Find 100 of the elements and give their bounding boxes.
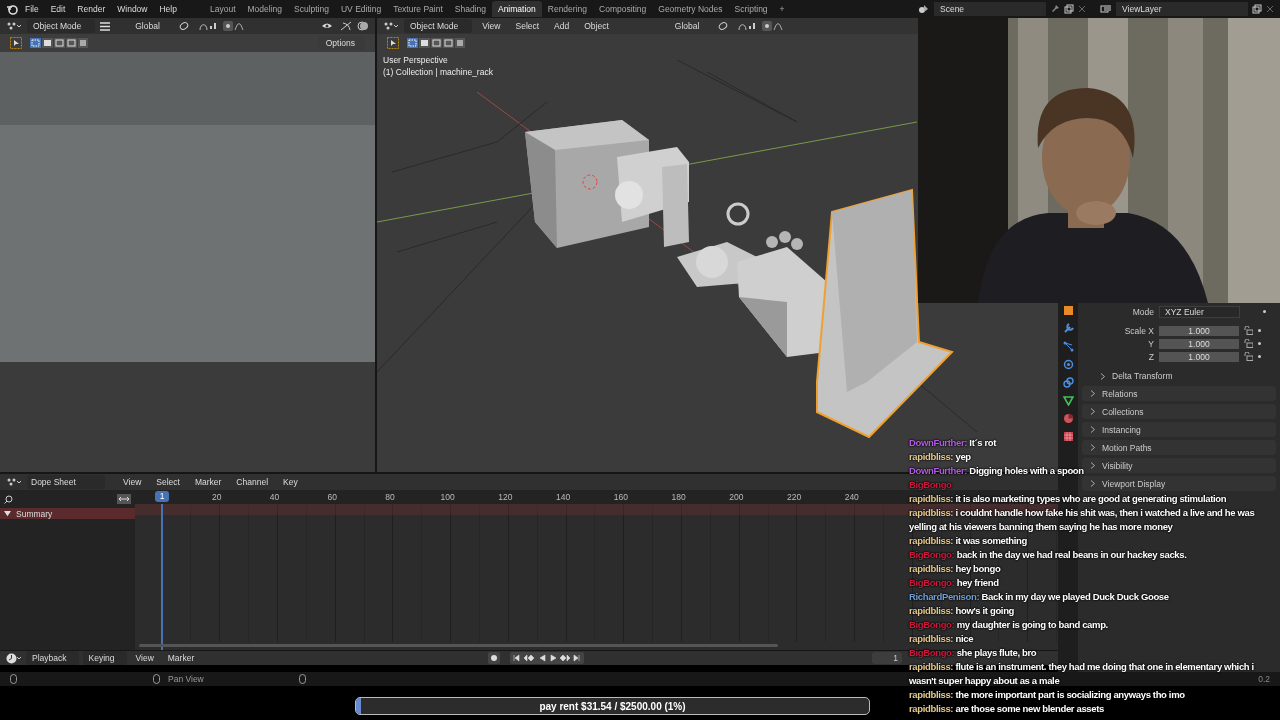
menu-item[interactable]: File <box>20 4 44 14</box>
copy-icon[interactable] <box>1252 4 1262 14</box>
particles-icon[interactable] <box>1062 341 1074 352</box>
snap-icon[interactable] <box>197 21 218 31</box>
panel-header[interactable]: Collections <box>1082 404 1276 419</box>
workspace-tab[interactable]: Compositing <box>593 1 653 17</box>
menu-item[interactable]: Marker <box>189 477 227 487</box>
mode-dropdown[interactable]: Object Mode <box>27 19 96 33</box>
panel-header[interactable]: Viewport Display <box>1082 476 1276 491</box>
number-field[interactable]: 1.000 <box>1159 338 1239 349</box>
scene-icon[interactable] <box>918 4 930 14</box>
mesh-data-icon[interactable] <box>1062 395 1074 406</box>
workspace-tab[interactable]: UV Editing <box>334 1 388 17</box>
clock-icon[interactable] <box>6 652 22 664</box>
workspace-tab[interactable]: Sculpting <box>288 1 335 17</box>
rotation-mode-dropdown[interactable]: XYZ Euler <box>1159 305 1240 318</box>
select-mode-icons[interactable] <box>30 38 88 48</box>
menu-item[interactable]: View <box>130 653 159 663</box>
menu-icon[interactable] <box>100 21 111 31</box>
menu-item[interactable]: Add <box>549 21 575 31</box>
field-label: Mode <box>1131 306 1154 317</box>
editor-type-icon[interactable] <box>6 21 22 31</box>
blender-logo-icon[interactable] <box>6 3 18 15</box>
menu-item[interactable]: Key <box>278 477 303 487</box>
frame-number: 80 <box>385 492 395 502</box>
playback-controls-icon[interactable] <box>509 652 584 664</box>
mouse-icon <box>10 674 17 684</box>
collection-label: (1) Collection | machine_rack <box>383 66 493 78</box>
keyframe-dot-icon[interactable] <box>1258 355 1261 358</box>
wrench-icon[interactable] <box>1062 323 1074 334</box>
overlay-icon[interactable] <box>357 21 369 31</box>
editor-type-icon[interactable] <box>6 477 22 487</box>
editor-type-icon[interactable] <box>383 21 399 31</box>
orientation-dropdown[interactable]: Global <box>129 19 174 33</box>
number-field[interactable]: 1.000 <box>1159 351 1239 362</box>
workspace-tab[interactable]: Scripting <box>728 1 774 17</box>
workspace-tab[interactable]: Geometry Nodes <box>652 1 729 17</box>
close-icon[interactable] <box>1078 5 1086 13</box>
number-field[interactable]: 1.000 <box>1159 325 1239 336</box>
subpanel-header[interactable]: Delta Transform <box>1082 369 1276 383</box>
workspace-tab[interactable]: Texture Paint <box>387 1 449 17</box>
view-layer-icon[interactable] <box>1100 4 1112 14</box>
menu-item[interactable]: Channel <box>231 477 274 487</box>
panel-header[interactable]: Relations <box>1082 386 1276 401</box>
current-frame-field[interactable]: 1 <box>872 652 902 664</box>
workspace-tab[interactable]: Shading <box>448 1 492 17</box>
options-dropdown[interactable]: Options <box>317 36 365 50</box>
lock-icon[interactable] <box>1244 352 1253 361</box>
lock-icon[interactable] <box>1244 326 1253 335</box>
keyframe-dot-icon[interactable] <box>1258 329 1261 332</box>
workspace-tab[interactable]: Animation <box>491 1 542 17</box>
close-icon[interactable] <box>1266 5 1274 13</box>
keyframe-dot-icon[interactable] <box>1258 342 1261 345</box>
menu-dropdown[interactable]: Keying <box>82 651 127 665</box>
gizmo-icon[interactable] <box>340 21 352 31</box>
physics-icon[interactable] <box>1062 359 1074 370</box>
workspace-tab[interactable]: Layout <box>203 1 242 17</box>
workspace-tab[interactable]: Rendering <box>541 1 593 17</box>
editor-mode-dropdown[interactable]: Dope Sheet <box>27 475 105 489</box>
menu-item[interactable]: View <box>477 21 506 31</box>
object-tab-icon[interactable] <box>1062 305 1074 316</box>
scene-field[interactable]: Scene <box>934 2 1046 16</box>
panel-header[interactable]: Instancing <box>1082 422 1276 437</box>
menu-dropdown[interactable]: Playback <box>26 651 79 665</box>
snap-icon[interactable] <box>737 21 758 31</box>
orientation-dropdown[interactable]: Global <box>668 19 714 33</box>
menu-item[interactable]: Window <box>112 4 153 14</box>
record-icon[interactable] <box>487 652 500 664</box>
expand-triangle-icon[interactable] <box>4 510 11 517</box>
add-workspace-button[interactable]: + <box>773 1 791 17</box>
swap-icon[interactable] <box>117 494 131 504</box>
frame-number: 240 <box>844 492 859 502</box>
lock-icon[interactable] <box>1244 339 1253 348</box>
select-mode-icons[interactable] <box>407 38 465 48</box>
menu-item[interactable]: Marker <box>162 653 200 663</box>
chat-message: RichardPenison: Back in my day we played Duck Duck Goose <box>909 590 1169 604</box>
menu-item[interactable]: View <box>118 477 147 487</box>
keyframe-dot-icon[interactable] <box>1263 310 1266 313</box>
view-layer-field[interactable]: ViewLayer <box>1116 2 1248 16</box>
workspace-tab[interactable]: Modeling <box>241 1 288 17</box>
current-frame-indicator[interactable]: 1 <box>155 491 169 502</box>
texture-icon[interactable] <box>1062 431 1074 442</box>
menu-item[interactable]: Select <box>151 477 185 487</box>
menu-item[interactable]: Edit <box>45 4 71 14</box>
material-icon[interactable] <box>1062 413 1074 424</box>
panel-header[interactable]: Motion Paths <box>1082 440 1276 455</box>
constraint-icon[interactable] <box>1062 377 1074 388</box>
copy-icon[interactable] <box>1064 4 1074 14</box>
menu-item[interactable]: Help <box>154 4 182 14</box>
proportional-edit-icon[interactable] <box>762 21 785 31</box>
menu-item[interactable]: Object <box>579 21 614 31</box>
pin-icon[interactable] <box>1050 4 1060 14</box>
summary-channel[interactable]: Summary <box>0 508 135 519</box>
menu-item[interactable]: Select <box>510 21 545 31</box>
select-tool-icon[interactable] <box>387 37 399 49</box>
frame-number: 20 <box>212 492 222 502</box>
menu-item[interactable]: Render <box>72 4 111 14</box>
mode-dropdown[interactable]: Object Mode <box>404 19 473 33</box>
proportional-edit-icon[interactable] <box>222 21 245 31</box>
select-tool-icon[interactable] <box>10 37 22 49</box>
